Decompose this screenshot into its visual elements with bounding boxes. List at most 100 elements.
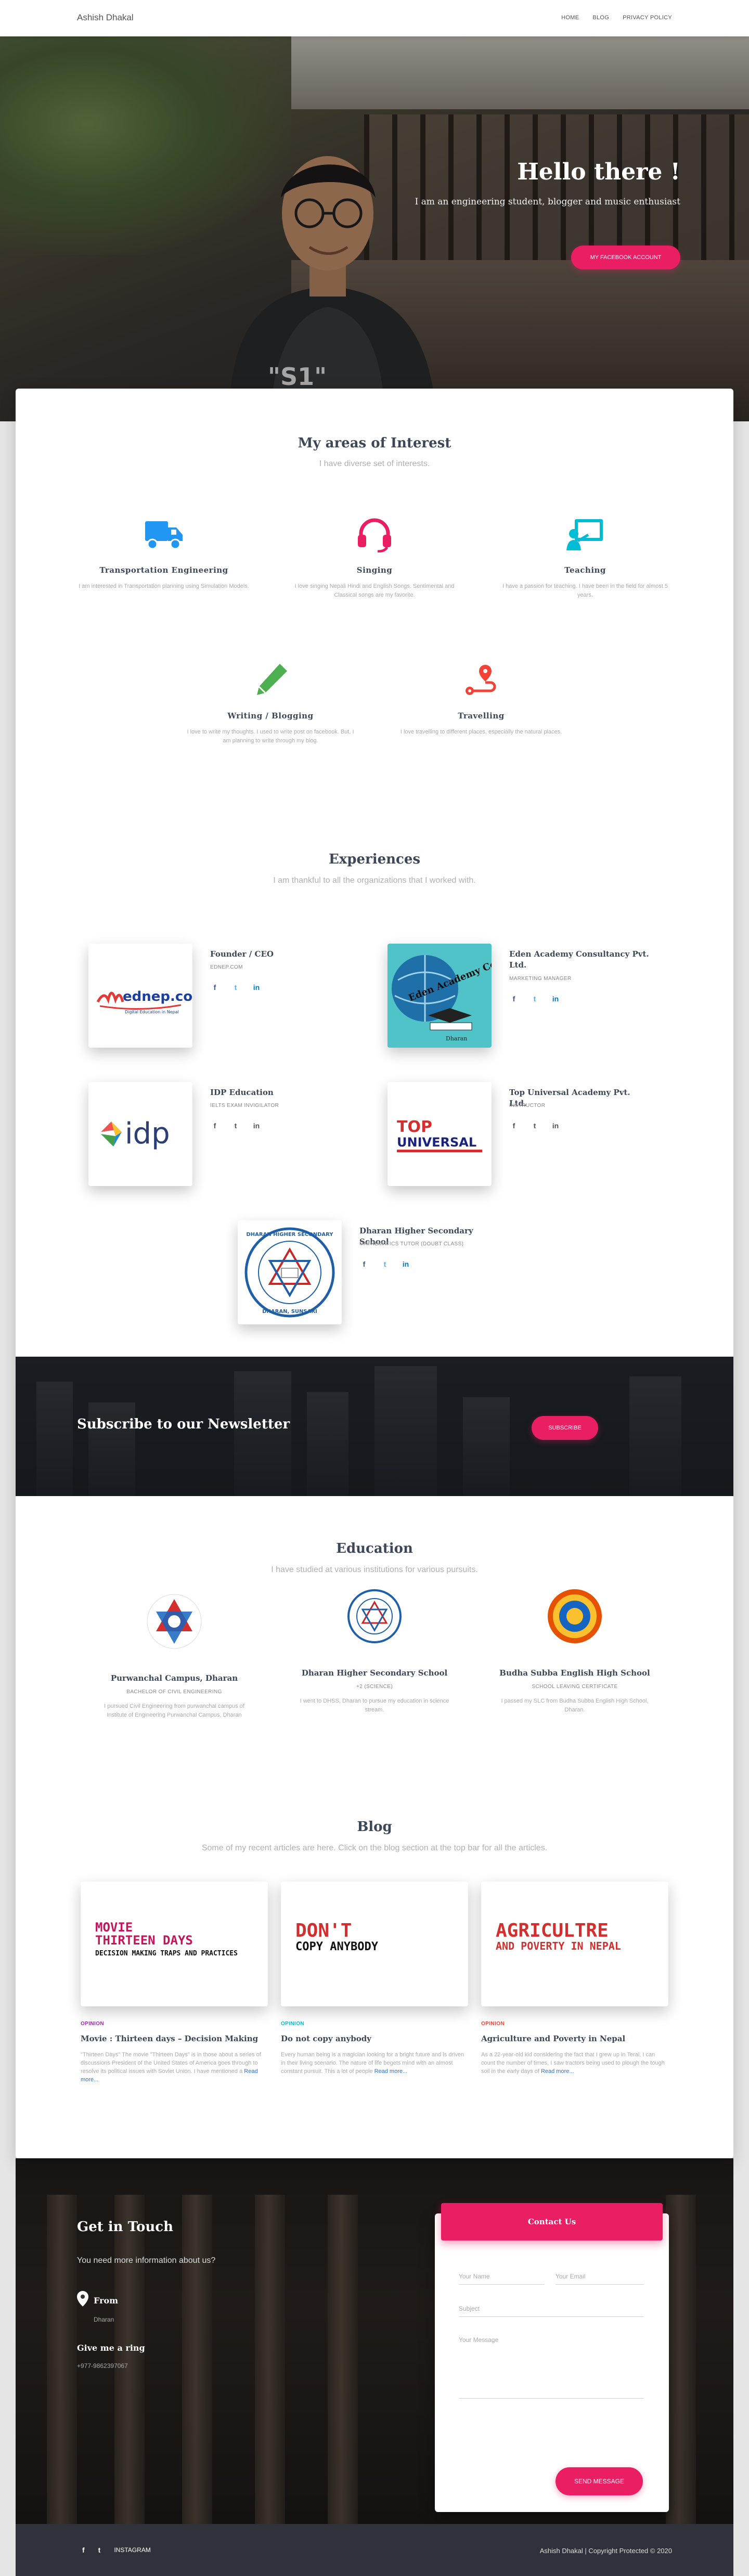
facebook-icon[interactable]: f [359, 1259, 369, 1269]
newsletter-section: Subscribe to our Newsletter SUBSCRIBE [16, 1357, 733, 1496]
message-textarea[interactable]: Your Message [459, 2336, 644, 2399]
dhss-seal-text: DHARAN HIGHER SECONDARY [246, 1232, 333, 1238]
blog-cover-line: MOVIE [95, 1920, 133, 1935]
read-more-link[interactable]: Read more... [541, 2068, 574, 2075]
experience-idp: idp IDP Education IELTS EXAM INVIGILATOR… [88, 1082, 359, 1191]
blog-post[interactable]: DON'T COPY ANYBODY OPINION Do not copy a… [281, 1882, 468, 2076]
top-logo-text: TOP [397, 1118, 432, 1136]
truck-icon [145, 521, 183, 550]
send-message-button[interactable]: SEND MESSAGE [556, 2467, 643, 2495]
interest-singing: Singing I love singing Nepali Hindi and … [289, 516, 460, 600]
blog-title: Blog [357, 1819, 392, 1835]
phone-number[interactable]: +977-9862397067 [77, 2362, 128, 2369]
linkedin-icon[interactable]: in [551, 1121, 560, 1130]
blog-cover[interactable]: AGRICULTRE AND POVERTY IN NEPAL [481, 1882, 668, 2006]
linkedin-icon[interactable]: in [401, 1259, 410, 1269]
ednep-logo-text: ednep.com [123, 989, 192, 1004]
education-title: Budha Subba English High School [499, 1668, 650, 1678]
facebook-icon[interactable]: f [509, 1121, 519, 1130]
eden-logo-sub: Dharan [446, 1035, 467, 1042]
main-content-card: My areas of Interest I have diverse set … [16, 389, 733, 2158]
navbar: Ashish Dhakal HOME BLOG PRIVACY POLICY [0, 0, 749, 36]
blog-excerpt: "Thirteen Days" The movie "Thirteen Days… [81, 2051, 268, 2084]
purwanchal-seal [147, 1594, 202, 1649]
dhss-seal-sub: DHARAN, SUNSARI [262, 1309, 317, 1315]
twitter-icon[interactable]: t [231, 1121, 240, 1130]
blog-cover[interactable]: MOVIE THIRTEEN DAYS DECISION MAKING TRAP… [81, 1882, 268, 2006]
read-more-link[interactable]: Read more... [374, 2068, 408, 2075]
footer-twitter-icon[interactable]: t [98, 2546, 101, 2554]
nav-home-link[interactable]: HOME [561, 15, 579, 21]
interest-title: Travelling [458, 711, 505, 720]
blog-cover-line: AND POVERTY IN NEPAL [496, 1939, 621, 1952]
experience-org: EDNEP.COM [210, 964, 243, 970]
blog-post-title[interactable]: Movie : Thirteen days – Decision Making [81, 2034, 268, 2043]
subject-input[interactable]: Subject [459, 2305, 644, 2317]
nav-privacy-link[interactable]: PRIVACY POLICY [623, 15, 672, 21]
footer-facebook-icon[interactable]: f [82, 2546, 85, 2554]
nav-blog-link[interactable]: BLOG [592, 15, 609, 21]
education-degree: SCHOOL LEAVING CERTIFICATE [532, 1684, 618, 1690]
education-desc: I went to DHSS, Dharan to pursue my educ… [300, 1698, 449, 1713]
experience-dhss: DHARAN HIGHER SECONDARY DHARAN, SUNSARI … [238, 1220, 508, 1330]
budha-subba-seal [548, 1589, 602, 1643]
footer: f t INSTAGRAM Ashish Dhakal | Copyright … [16, 2524, 733, 2576]
blog-cover-line: COPY ANYBODY [295, 1940, 378, 1953]
facebook-icon[interactable]: f [210, 1121, 219, 1130]
experiences-subtitle: I am thankful to all the organizations t… [273, 876, 476, 885]
idp-logo-text: idp [125, 1117, 170, 1151]
interest-desc: I have a passion for teaching. I have be… [502, 583, 668, 598]
brand-link[interactable]: Ashish Dhakal [77, 12, 134, 23]
linkedin-icon[interactable]: in [252, 983, 261, 992]
footer-links: f t INSTAGRAM [82, 2546, 151, 2554]
route-icon [466, 665, 496, 695]
blog-cover[interactable]: DON'T COPY ANYBODY [281, 1882, 468, 2006]
top-universal-logo: TOP UNIVERSAL [388, 1082, 492, 1186]
teacher-icon [566, 519, 603, 550]
interest-title: Singing [356, 565, 393, 575]
experience-top-universal: TOP UNIVERSAL Top Universal Academy Pvt.… [388, 1082, 658, 1191]
blog-post-title[interactable]: Agriculture and Poverty in Nepal [481, 2034, 668, 2043]
contact-title: Get in Touch [77, 2219, 173, 2235]
idp-logo: idp [88, 1082, 192, 1186]
social-links: f t in [509, 1121, 560, 1130]
interest-desc: I am interested in Transportation planni… [79, 583, 249, 589]
twitter-icon[interactable]: t [231, 983, 240, 992]
nav-links: HOME BLOG PRIVACY POLICY [561, 15, 672, 21]
interest-title: Transportation Engineering [99, 565, 228, 575]
dhss-logo: DHARAN HIGHER SECONDARY DHARAN, SUNSARI [238, 1220, 342, 1324]
twitter-icon[interactable]: t [530, 994, 539, 1003]
experience-role: Founder / CEO [210, 949, 274, 959]
blog-cover-line: AGRICULTRE [496, 1920, 609, 1941]
contact-subtitle: You need more information about us? [77, 2256, 216, 2265]
blog-post[interactable]: MOVIE THIRTEEN DAYS DECISION MAKING TRAP… [81, 1882, 268, 2084]
education-desc: I passed my SLC from Budha Subba English… [501, 1698, 649, 1713]
universal-logo-text: UNIVERSAL [397, 1135, 476, 1150]
blog-post-title[interactable]: Do not copy anybody [281, 2034, 468, 2043]
footer-instagram-link[interactable]: INSTAGRAM [114, 2546, 150, 2554]
hero-title: Hello there ! [517, 159, 680, 185]
name-input[interactable]: Your Name [459, 2273, 545, 2285]
blog-category: OPINION [481, 2021, 505, 2027]
facebook-icon[interactable]: f [509, 994, 519, 1003]
contact-form-header: Contact Us [441, 2203, 663, 2240]
from-value: Dharan [94, 2316, 114, 2323]
interest-title: Teaching [564, 565, 606, 575]
education-dhss: Dharan Higher Secondary School +2 (SCIEN… [281, 1588, 468, 1715]
email-input[interactable]: Your Email [556, 2273, 644, 2285]
twitter-icon[interactable]: t [530, 1121, 539, 1130]
copyright-text: Ashish Dhakal | Copyright Protected © 20… [539, 2547, 672, 2555]
dhss-seal [347, 1589, 402, 1643]
facebook-account-button[interactable]: MY FACEBOOK ACCOUNT [571, 246, 680, 269]
linkedin-icon[interactable]: in [252, 1121, 261, 1130]
linkedin-icon[interactable]: in [551, 994, 560, 1003]
ednep-logo: ednep.com Digital Education in Nepal [88, 944, 192, 1048]
subscribe-button[interactable]: SUBSCRIBE [532, 1416, 598, 1440]
facebook-icon[interactable]: f [210, 983, 219, 992]
blog-post[interactable]: AGRICULTRE AND POVERTY IN NEPAL OPINION … [481, 1882, 668, 2076]
hero-subtitle: I am an engineering student, blogger and… [415, 197, 680, 207]
twitter-icon[interactable]: t [380, 1259, 390, 1269]
contact-form: Contact Us Your Name Your Email Subject … [435, 2203, 669, 2512]
from-label: From [94, 2296, 119, 2305]
blog-cover-line: DECISION MAKING TRAPS AND PRACTICES [95, 1950, 238, 1958]
